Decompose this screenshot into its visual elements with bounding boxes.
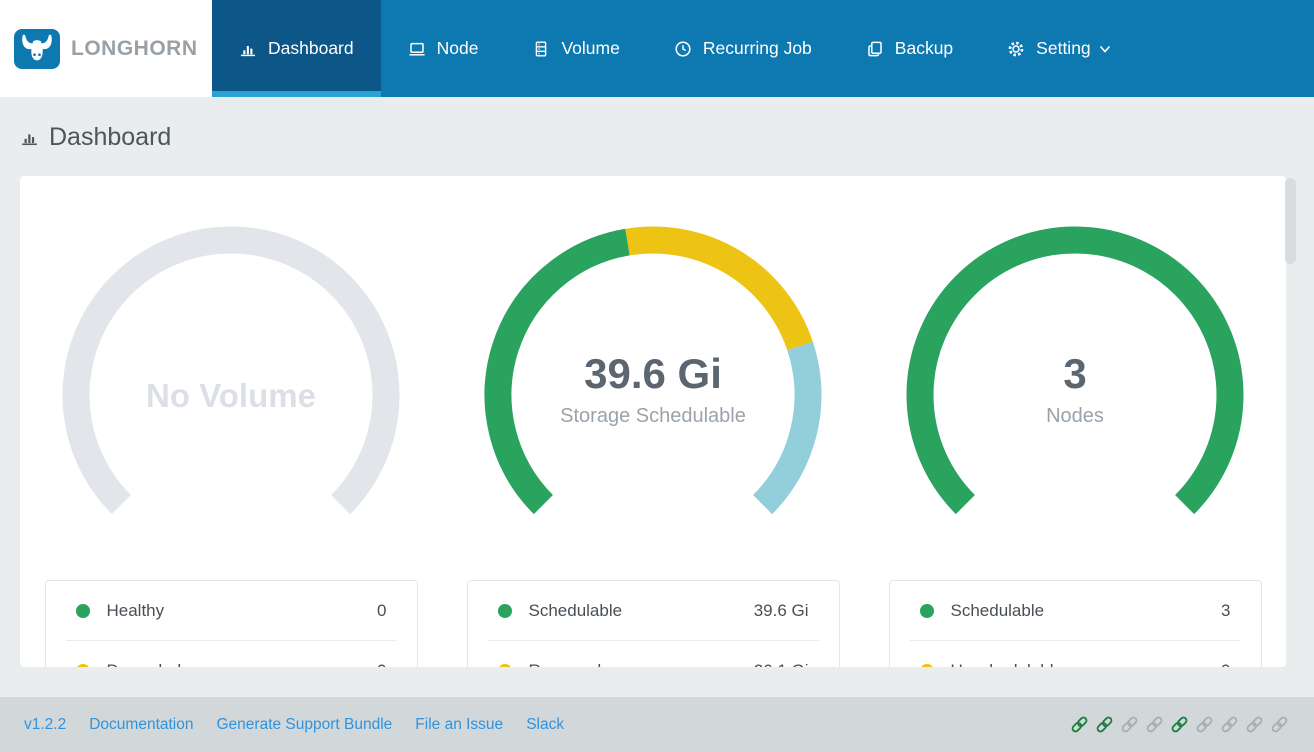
nav-item-setting[interactable]: Setting — [980, 0, 1138, 97]
nav-item-label: Dashboard — [268, 38, 354, 58]
legend-label: Schedulable — [528, 600, 623, 620]
link-icon-active — [1169, 714, 1190, 735]
nav-menu: Dashboard Node Volume Recurring Job Back… — [212, 0, 1139, 97]
footer-link-slack[interactable]: Slack — [526, 716, 564, 734]
gauge-chart: 39.6 Gi Storage Schedulable — [463, 205, 843, 545]
gauge-column: No Volume Healthy 0 Degraded 0 — [20, 176, 442, 667]
top-nav: LONGHORN Dashboard Node Volume Recurring… — [0, 0, 1314, 97]
link-icon-inactive — [1244, 714, 1265, 735]
dashboard-card: No Volume Healthy 0 Degraded 0 39.6 Gi St… — [20, 176, 1286, 667]
gear-icon — [1007, 40, 1025, 58]
gauge-segment — [62, 226, 400, 515]
nav-item-label: Setting — [1036, 38, 1091, 58]
legend-value: 26.1 Gi — [754, 661, 809, 668]
gauge-segment — [625, 226, 813, 351]
gauge-column: 3 Nodes Schedulable 3 Unschedulable 0 — [864, 176, 1286, 667]
gauge-label: Storage Schedulable — [560, 405, 746, 427]
link-icon-inactive — [1144, 714, 1165, 735]
bar-chart-icon — [20, 128, 39, 147]
legend-value: 0 — [377, 661, 386, 668]
link-icon-inactive — [1219, 714, 1240, 735]
nav-item-label: Recurring Job — [702, 38, 812, 58]
gauge-column: 39.6 Gi Storage Schedulable Schedulable 3… — [442, 176, 864, 667]
chevron-down-icon — [1099, 42, 1112, 56]
gauge-chart: No Volume — [41, 205, 421, 545]
legend-row: Reserved 26.1 Gi — [468, 641, 839, 667]
link-icon-inactive — [1119, 714, 1140, 735]
legend-value: 0 — [377, 600, 387, 620]
legend-label: Schedulable — [950, 600, 1045, 620]
legend-card: Schedulable 39.6 Gi Reserved 26.1 Gi — [466, 580, 840, 667]
link-icon-inactive — [1194, 714, 1215, 735]
legend-dot-icon — [497, 603, 512, 618]
gauge-label: Nodes — [1046, 405, 1104, 427]
legend-value: 39.6 Gi — [753, 600, 809, 620]
clock-icon — [674, 40, 692, 58]
nav-item-recurring-job[interactable]: Recurring Job — [647, 0, 839, 97]
legend-label: Unschedulable — [951, 661, 1063, 668]
legend-label: Healthy — [106, 600, 165, 620]
link-icon-active — [1069, 714, 1090, 735]
bar-chart-icon — [239, 40, 257, 58]
legend-row: Degraded 0 — [46, 641, 417, 667]
gauge-chart: 3 Nodes — [885, 205, 1265, 545]
node-icon — [408, 40, 426, 58]
nav-item-label: Backup — [894, 38, 954, 58]
page-title: Dashboard — [20, 122, 1294, 152]
bull-logo-icon — [14, 28, 60, 69]
legend-row: Schedulable 39.6 Gi — [468, 581, 839, 640]
legend-label: Degraded — [107, 661, 182, 668]
link-icon-inactive — [1269, 714, 1290, 735]
legend-dot-icon — [75, 663, 90, 667]
nav-item-node[interactable]: Node — [381, 0, 506, 97]
legend-row: Healthy 0 — [46, 581, 417, 640]
nav-item-backup[interactable]: Backup — [839, 0, 980, 97]
legend-label: Reserved — [529, 661, 602, 668]
legend-row: Schedulable 3 — [890, 581, 1261, 640]
legend-card: Schedulable 3 Unschedulable 0 — [888, 580, 1262, 667]
backup-icon — [866, 40, 884, 58]
gauge-value: 39.6 Gi — [584, 350, 722, 397]
legend-dot-icon — [919, 603, 934, 618]
scrollbar-thumb[interactable] — [1285, 178, 1296, 264]
gauge-value: 3 — [1063, 350, 1087, 397]
legend-value: 3 — [1221, 600, 1231, 620]
logo-text: LONGHORN — [71, 36, 198, 60]
legend-dot-icon — [919, 663, 934, 667]
gauge-empty-text: No Volume — [146, 377, 316, 414]
footer-link-documentation[interactable]: Documentation — [89, 716, 193, 734]
legend-value: 0 — [1221, 661, 1230, 668]
nav-item-label: Volume — [561, 38, 620, 58]
page-title-text: Dashboard — [49, 122, 172, 151]
legend-dot-icon — [75, 603, 90, 618]
footer: v1.2.2 Documentation Generate Support Bun… — [0, 697, 1314, 752]
footer-link-generate-support-bundle[interactable]: Generate Support Bundle — [217, 716, 393, 734]
version-link[interactable]: v1.2.2 — [24, 716, 66, 734]
node-link-status-icons — [1069, 714, 1290, 735]
legend-dot-icon — [497, 663, 512, 667]
legend-card: Healthy 0 Degraded 0 — [44, 580, 418, 667]
volume-icon — [532, 40, 550, 58]
nav-item-dashboard[interactable]: Dashboard — [212, 0, 381, 97]
nav-item-volume[interactable]: Volume — [505, 0, 646, 97]
nav-item-label: Node — [436, 38, 479, 58]
legend-row: Unschedulable 0 — [890, 641, 1261, 667]
footer-link-file-an-issue[interactable]: File an Issue — [415, 716, 503, 734]
logo[interactable]: LONGHORN — [0, 0, 212, 97]
link-icon-active — [1094, 714, 1115, 735]
